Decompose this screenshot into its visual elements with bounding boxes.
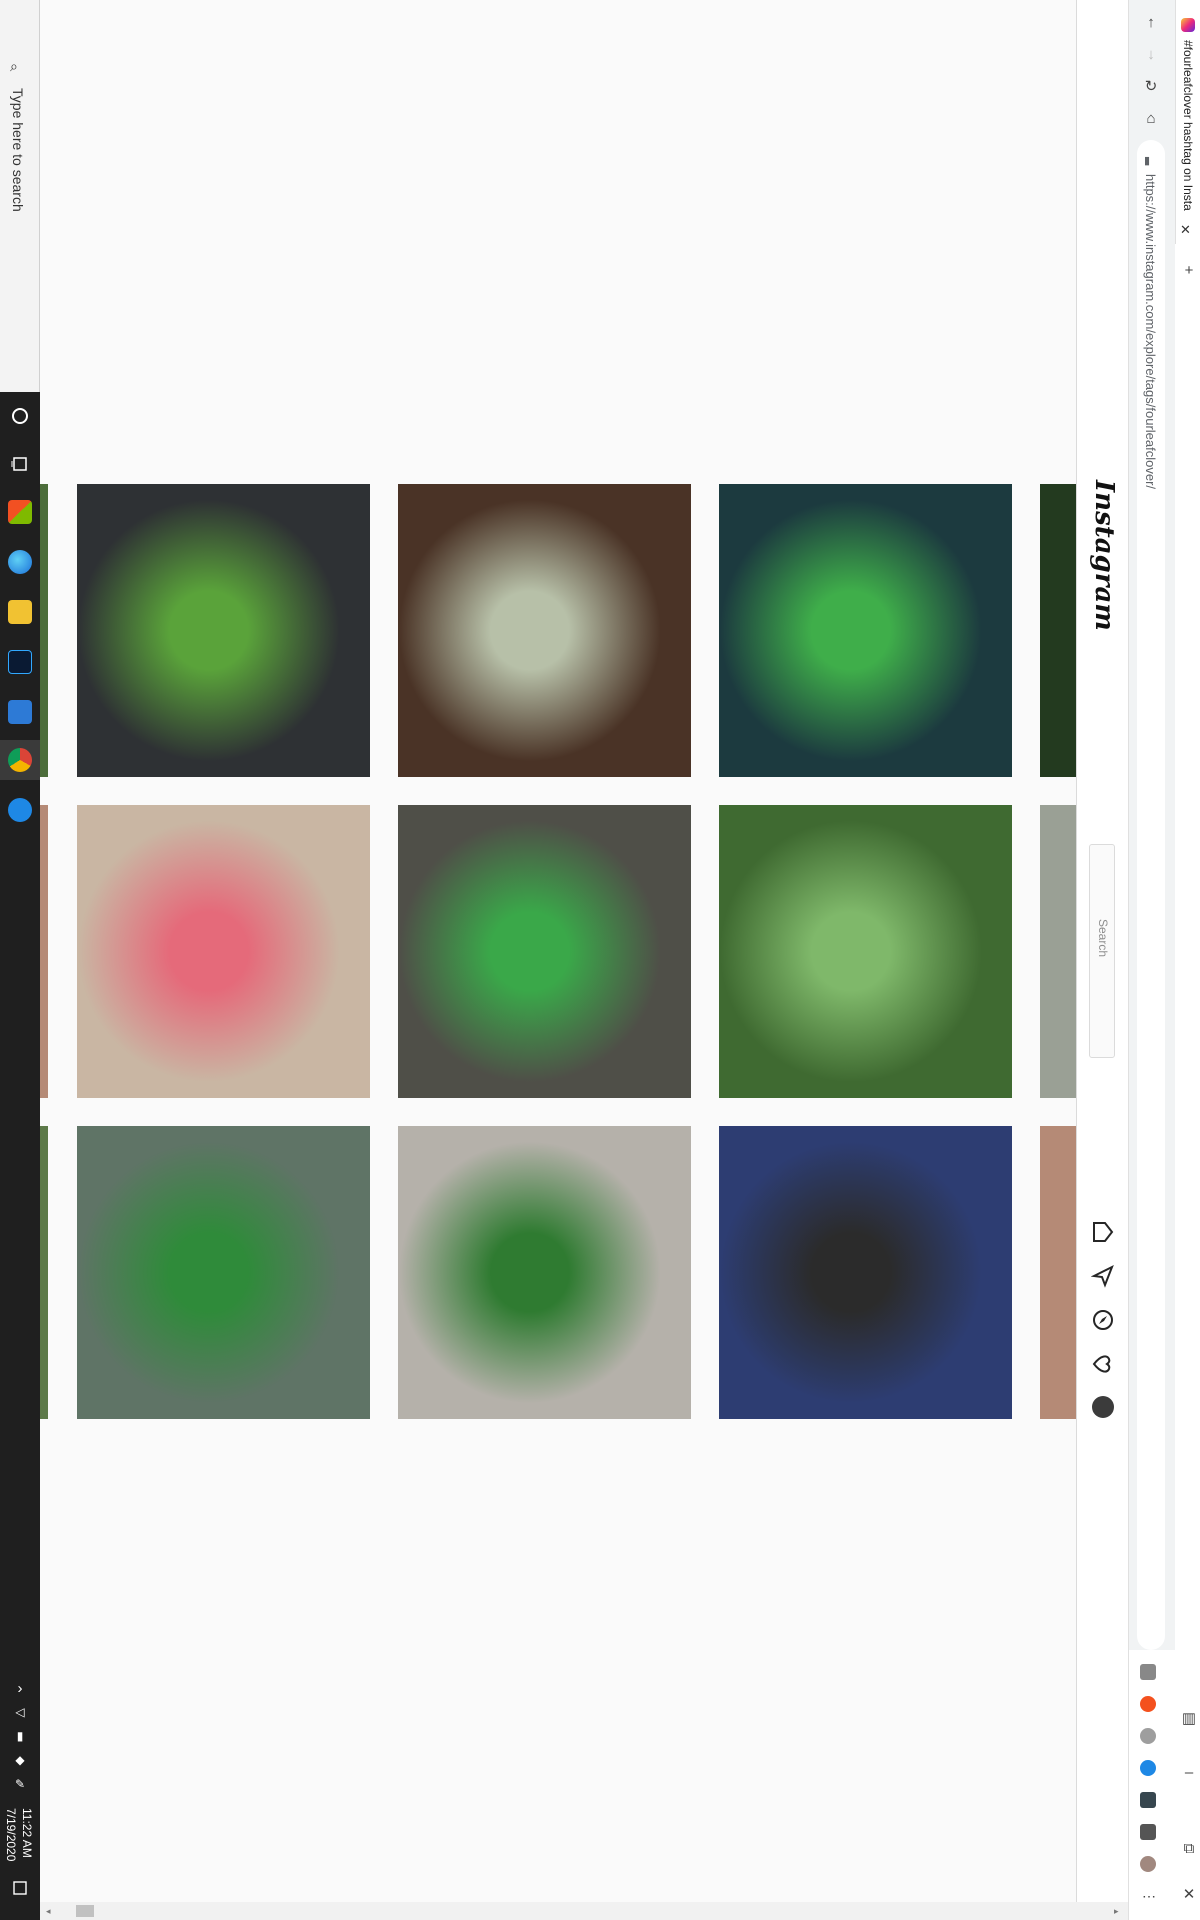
- menu-dots-icon[interactable]: ⋯: [1142, 1888, 1156, 1905]
- partial-tile[interactable]: [40, 1126, 48, 1419]
- home-icon[interactable]: [1091, 1220, 1115, 1244]
- taskbar-search-box[interactable]: ⌕ Type here to search: [0, 0, 40, 392]
- browser-chrome: #fourleafclover hashtag on Insta ✕ + ↑ ↓…: [1128, 0, 1200, 1920]
- notification-icon[interactable]: [8, 1876, 32, 1900]
- taskbar-search-placeholder: Type here to search: [10, 88, 26, 212]
- battery-icon[interactable]: ▮: [8, 1724, 32, 1748]
- post-clover-held-over-rock[interactable]: [398, 805, 691, 1098]
- scroll-right-arrow-icon[interactable]: ▸: [1114, 1906, 1119, 1917]
- post-gin-bottle-on-dress[interactable]: [719, 1126, 1012, 1419]
- profile-avatar[interactable]: [1092, 1396, 1114, 1418]
- extensions-puzzle-icon[interactable]: [1140, 1824, 1156, 1840]
- post-hand-in-clover-patch[interactable]: [719, 805, 1012, 1098]
- partial-tile[interactable]: [1040, 1126, 1076, 1419]
- lock-icon: ▮: [1144, 155, 1151, 167]
- edge-icon[interactable]: [8, 550, 32, 574]
- pen-icon[interactable]: ✎: [8, 1772, 32, 1796]
- restore-icon[interactable]: ⧉: [1177, 1836, 1200, 1860]
- chevron-up-icon[interactable]: ›: [8, 1676, 32, 1700]
- close-window-icon[interactable]: ✕: [1177, 1882, 1200, 1906]
- network-icon[interactable]: ◆: [8, 1748, 32, 1772]
- microsoft-store-icon[interactable]: [8, 500, 32, 524]
- activity-heart-icon[interactable]: [1091, 1352, 1115, 1376]
- file-explorer-icon[interactable]: [8, 600, 32, 624]
- clock-time[interactable]: 11:22 AM: [20, 1808, 34, 1858]
- extension-icon[interactable]: [1140, 1696, 1156, 1712]
- tab-title: #fourleafclover hashtag on Insta: [1181, 40, 1195, 211]
- scroll-left-arrow-icon[interactable]: ◂: [46, 1906, 51, 1917]
- post-selfie-man-with-cap[interactable]: [77, 805, 370, 1098]
- extension-icon[interactable]: [1140, 1792, 1156, 1808]
- settings-app-icon[interactable]: [8, 798, 32, 822]
- back-arrow-icon[interactable]: ↑: [1139, 10, 1163, 34]
- instagram-favicon-icon: [1181, 18, 1195, 32]
- reload-icon[interactable]: ↻: [1139, 74, 1163, 98]
- extension-icon[interactable]: [1140, 1728, 1156, 1744]
- post-clover-on-banknote[interactable]: [398, 484, 691, 777]
- post-clover-ring-on-hand[interactable]: [719, 484, 1012, 777]
- extension-icon[interactable]: [1140, 1664, 1156, 1680]
- ig-search-placeholder: Search: [1096, 919, 1110, 958]
- partial-tile[interactable]: [40, 805, 48, 1098]
- forward-arrow-icon[interactable]: ↓: [1139, 42, 1163, 66]
- minimize-icon[interactable]: –: [1177, 1760, 1200, 1784]
- profile-icon[interactable]: [1140, 1856, 1156, 1872]
- app-icon[interactable]: [8, 700, 32, 724]
- explore-content: [40, 0, 1076, 1920]
- instagram-logo[interactable]: Instagram: [1089, 480, 1119, 631]
- post-clover-on-black-bag[interactable]: [77, 484, 370, 777]
- instagram-nav: Instagram Search: [1076, 0, 1128, 1920]
- chrome-icon[interactable]: [8, 748, 32, 772]
- photoshop-icon[interactable]: [8, 650, 32, 674]
- partial-tile[interactable]: [1040, 484, 1076, 777]
- search-icon: ⌕: [10, 58, 18, 74]
- home-button-icon[interactable]: ⌂: [1139, 106, 1163, 130]
- scrollbar-thumb[interactable]: [76, 1905, 94, 1917]
- partial-tile[interactable]: [1040, 805, 1076, 1098]
- explore-icon[interactable]: [1091, 1308, 1115, 1332]
- url-text[interactable]: https://www.instagram.com/explore/tags/f…: [1143, 174, 1158, 489]
- post-four-leaf-clover-in-hand[interactable]: [77, 1126, 370, 1419]
- speaker-icon[interactable]: ◁: [8, 1700, 32, 1724]
- close-tab-icon[interactable]: ✕: [1180, 222, 1191, 238]
- ig-search-box[interactable]: Search: [1089, 844, 1115, 1058]
- direct-message-icon[interactable]: [1090, 1264, 1115, 1288]
- task-view-icon[interactable]: [8, 452, 32, 476]
- extension-icon[interactable]: [1140, 1760, 1156, 1776]
- sidebar-toggle-icon[interactable]: ▥: [1177, 1706, 1200, 1730]
- partial-tile[interactable]: [40, 484, 48, 777]
- post-clover-bunch-on-concrete[interactable]: [398, 1126, 691, 1419]
- clock-date[interactable]: 7/19/2020: [4, 1808, 18, 1861]
- address-bar[interactable]: ▮ https://www.instagram.com/explore/tags…: [1137, 140, 1165, 1650]
- browser-tab[interactable]: #fourleafclover hashtag on Insta ✕: [1175, 0, 1200, 244]
- horizontal-scrollbar[interactable]: ◂ ▸: [40, 1902, 1128, 1920]
- new-tab-icon[interactable]: +: [1177, 258, 1200, 282]
- cortana-icon[interactable]: [8, 404, 32, 428]
